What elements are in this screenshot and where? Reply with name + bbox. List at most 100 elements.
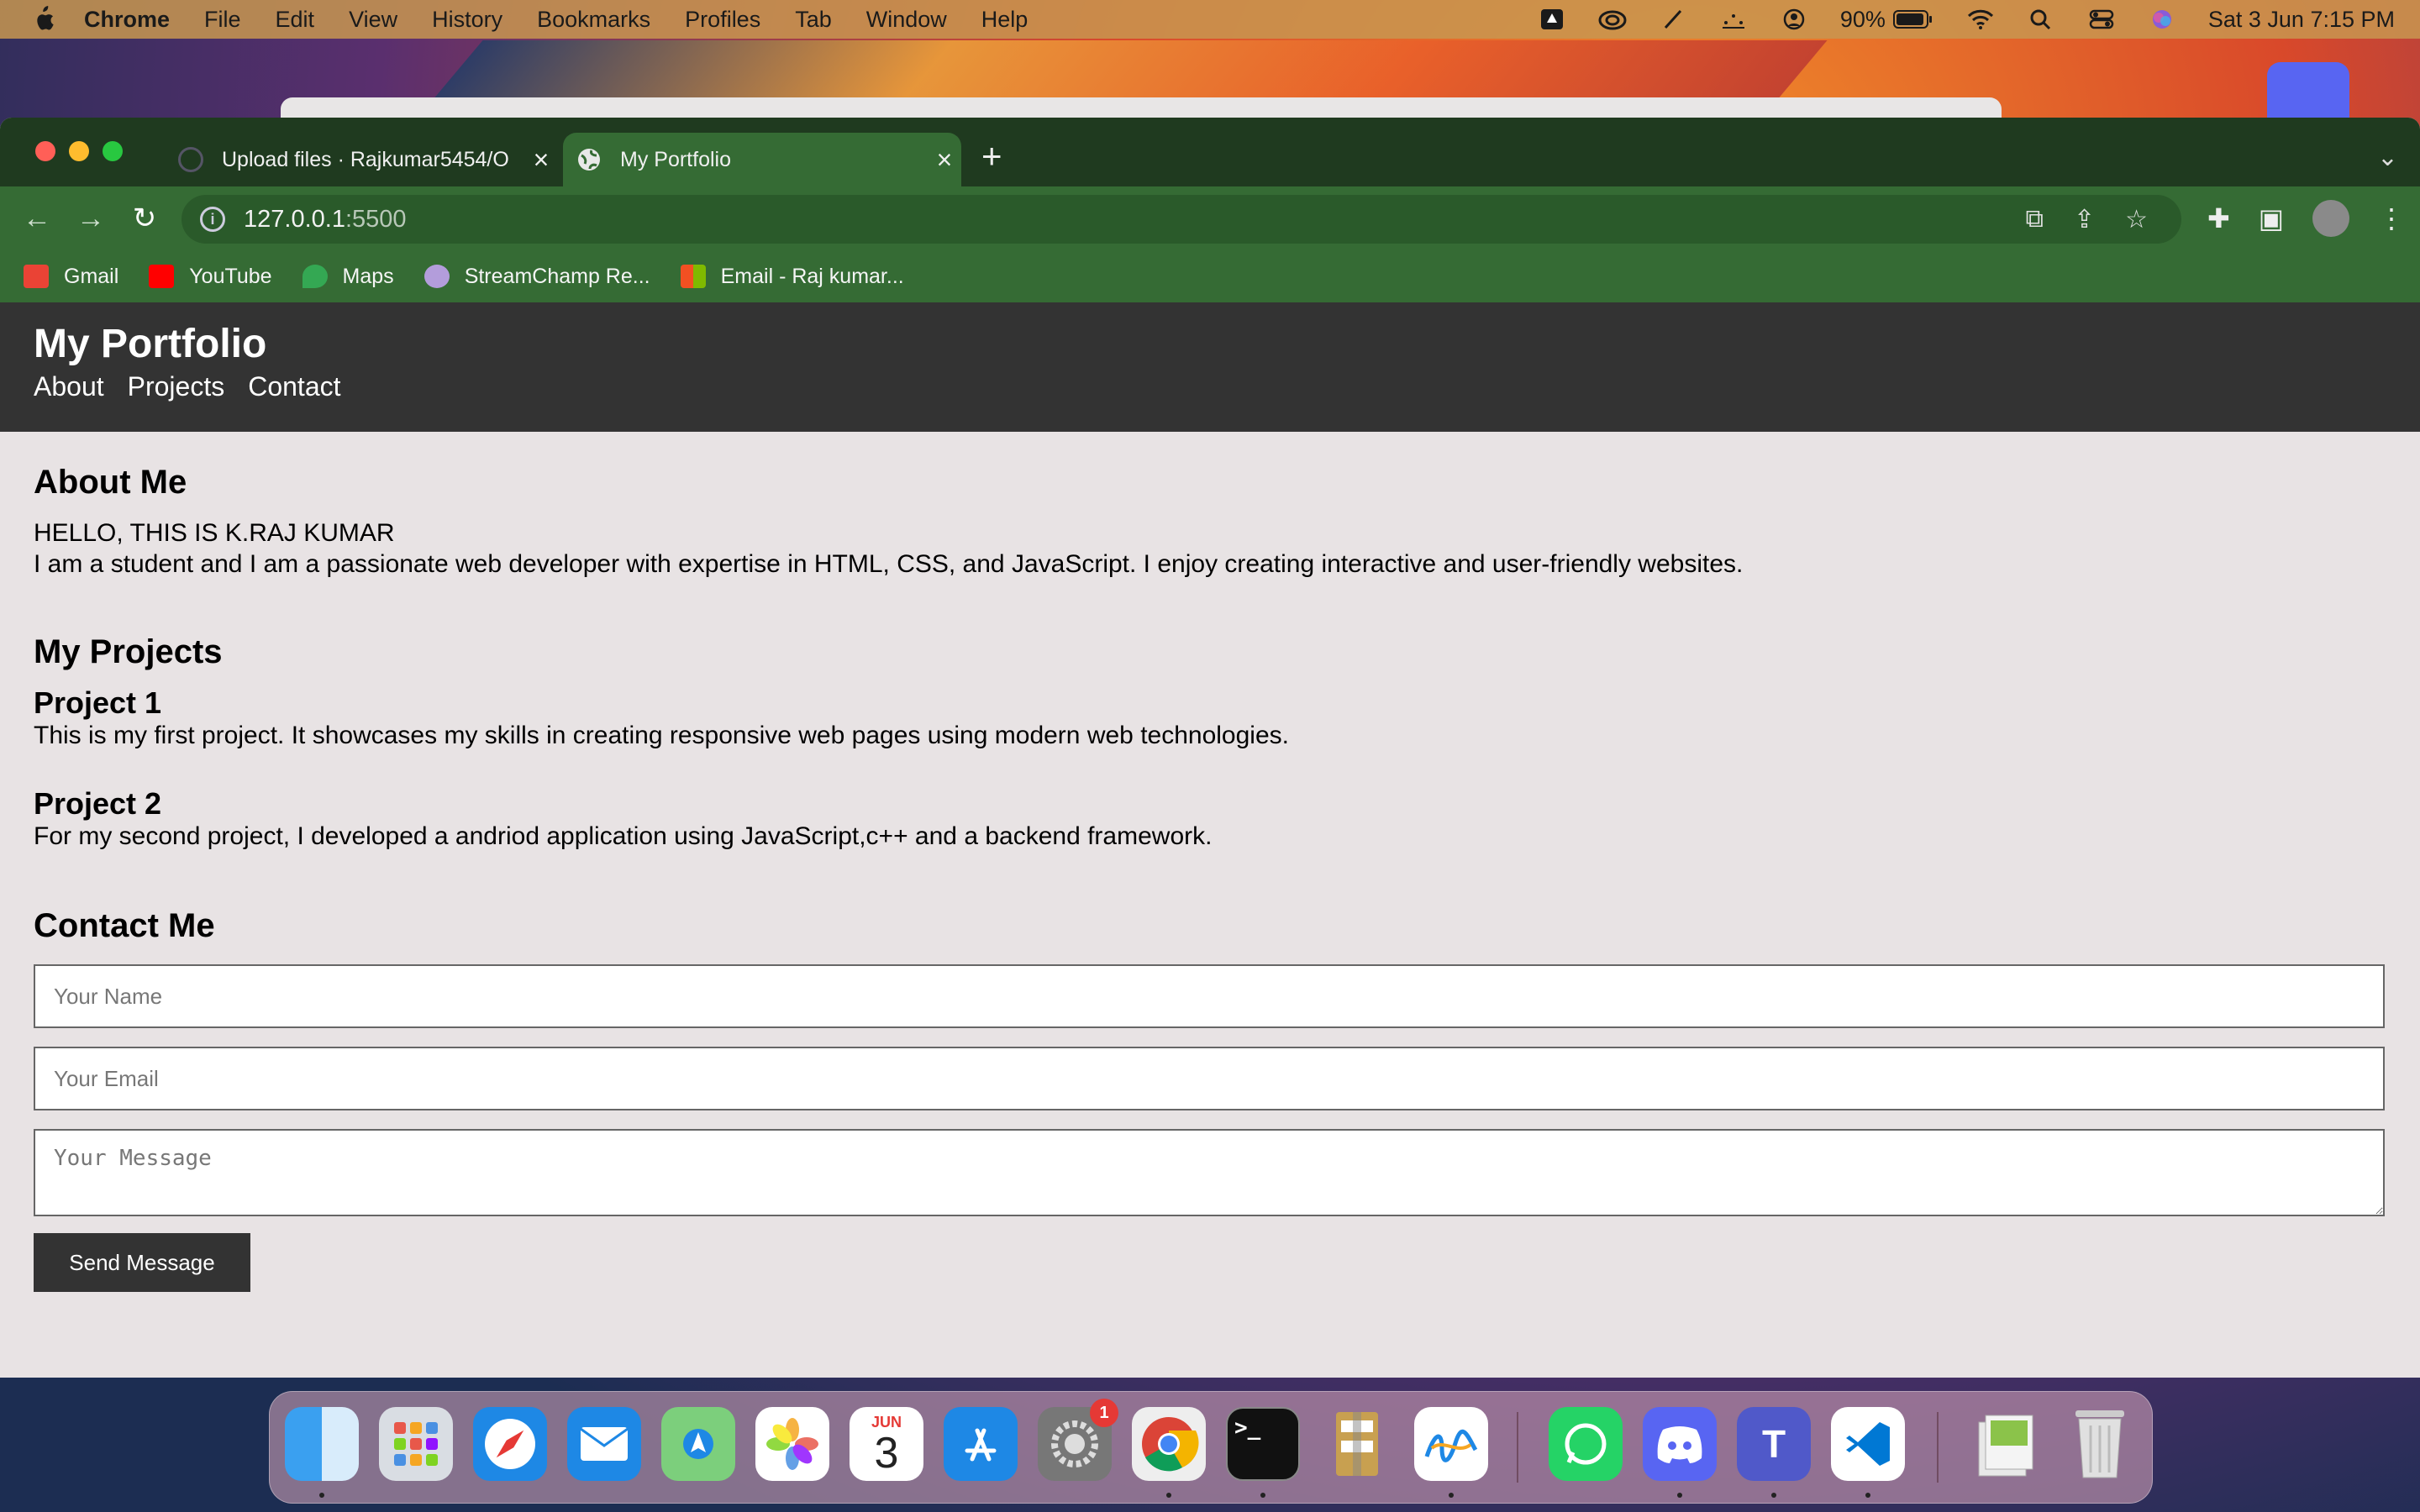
- pen-slash-icon[interactable]: [1659, 8, 1687, 31]
- discord-window-corner[interactable]: [2267, 62, 2349, 121]
- close-tab-icon[interactable]: ×: [524, 144, 558, 176]
- drive-icon[interactable]: [1538, 8, 1566, 31]
- nav-about-link[interactable]: About: [34, 371, 104, 402]
- pdf-stack-icon: [1978, 1415, 2033, 1477]
- archive-icon: [1336, 1412, 1378, 1476]
- project-2-description: For my second project, I developed a and…: [34, 822, 1213, 850]
- kebab-menu-icon[interactable]: ⋮: [2378, 202, 2405, 234]
- documents-stack-icon[interactable]: [1969, 1407, 2043, 1481]
- minimize-window-button[interactable]: [69, 141, 89, 161]
- bookmark-label: YouTube: [189, 264, 272, 288]
- url-text[interactable]: 127.0.0.1:5500: [244, 206, 407, 234]
- forward-arrow-icon[interactable]: →: [72, 200, 109, 237]
- share-icon[interactable]: ⇪: [2074, 205, 2095, 234]
- site-info-icon[interactable]: i: [200, 207, 225, 232]
- bookmark-label: Email - Raj kumar...: [720, 264, 904, 288]
- close-tab-icon[interactable]: ×: [928, 144, 961, 176]
- teams-icon[interactable]: T: [1737, 1407, 1811, 1481]
- tab-title: Upload files · Rajkumar5454/O: [222, 147, 509, 171]
- youtube-icon: [149, 265, 175, 288]
- control-center-icon[interactable]: [2087, 8, 2116, 31]
- message-textarea[interactable]: [34, 1129, 2385, 1216]
- tab-my-portfolio[interactable]: My Portfolio ×: [563, 133, 961, 186]
- menu-history[interactable]: History: [432, 7, 502, 33]
- menu-tab[interactable]: Tab: [795, 7, 832, 33]
- archive-utility-icon[interactable]: [1320, 1407, 1394, 1481]
- nav-projects-link[interactable]: Projects: [128, 371, 225, 402]
- chrome-icon[interactable]: [1132, 1407, 1206, 1481]
- gear-icon: [1051, 1420, 1098, 1467]
- reload-icon[interactable]: ↻: [126, 200, 163, 237]
- site-nav: About Projects Contact: [34, 371, 365, 402]
- menu-view[interactable]: View: [349, 7, 397, 33]
- user-account-icon[interactable]: [1780, 8, 1808, 31]
- siri-icon[interactable]: [2148, 8, 2176, 31]
- discord-icon[interactable]: [1643, 1407, 1717, 1481]
- menu-app-name[interactable]: Chrome: [84, 7, 170, 33]
- about-description: I am a student and I am a passionate web…: [34, 550, 1744, 578]
- bookmark-email[interactable]: Email - Raj kumar...: [680, 264, 904, 289]
- spotlight-search-icon[interactable]: [2027, 8, 2055, 31]
- nav-contact-link[interactable]: Contact: [248, 371, 340, 402]
- translate-icon[interactable]: ⧉: [2026, 205, 2044, 234]
- freeform-icon[interactable]: [1414, 1407, 1488, 1481]
- zoom-window-button[interactable]: [103, 141, 123, 161]
- name-input[interactable]: [34, 964, 2385, 1028]
- calendar-icon[interactable]: JUN 3: [850, 1407, 923, 1481]
- project-1-description: This is my first project. It showcases m…: [34, 722, 1289, 749]
- email-input[interactable]: [34, 1047, 2385, 1110]
- creative-cloud-icon[interactable]: [1598, 8, 1627, 31]
- maps-app-icon[interactable]: [661, 1407, 735, 1481]
- globe-icon: [578, 149, 600, 171]
- menubar-clock[interactable]: Sat 3 Jun 7:15 PM: [2208, 7, 2395, 33]
- menu-profiles[interactable]: Profiles: [685, 7, 760, 33]
- close-window-button[interactable]: [35, 141, 55, 161]
- photos-icon[interactable]: [755, 1407, 829, 1481]
- new-tab-icon[interactable]: +: [981, 139, 1002, 174]
- trash-icon[interactable]: [2063, 1407, 2137, 1481]
- compass-icon: [485, 1419, 535, 1469]
- safari-icon[interactable]: [473, 1407, 547, 1481]
- system-settings-icon[interactable]: 1: [1038, 1399, 1118, 1481]
- bookmark-star-icon[interactable]: ☆: [2125, 205, 2148, 234]
- menu-window[interactable]: Window: [866, 7, 947, 33]
- extensions-puzzle-icon[interactable]: ✚: [2207, 202, 2230, 234]
- menu-bookmarks[interactable]: Bookmarks: [537, 7, 650, 33]
- menu-edit[interactable]: Edit: [276, 7, 315, 33]
- url-host: 127.0.0.1: [244, 205, 345, 233]
- grid-icon: [394, 1422, 438, 1466]
- dots-icon[interactable]: [1719, 8, 1748, 31]
- dock: JUN 3 1 >_ T: [269, 1391, 2153, 1504]
- flower-icon: [766, 1418, 818, 1470]
- send-message-button[interactable]: Send Message: [34, 1233, 250, 1292]
- back-arrow-icon[interactable]: ←: [18, 200, 55, 237]
- finder-icon[interactable]: [285, 1407, 359, 1481]
- menu-file[interactable]: File: [204, 7, 241, 33]
- bookmark-streamchamp[interactable]: StreamChamp Re...: [424, 265, 650, 289]
- tab-strip: Upload files · Rajkumar5454/O × My Portf…: [0, 118, 2420, 186]
- menu-help[interactable]: Help: [981, 7, 1028, 33]
- side-panel-icon[interactable]: ▣: [2259, 202, 2284, 234]
- whatsapp-icon[interactable]: [1549, 1407, 1623, 1481]
- terminal-icon[interactable]: >_: [1226, 1407, 1300, 1481]
- teams-letter-icon: T: [1761, 1422, 1786, 1466]
- app-store-icon[interactable]: [944, 1407, 1018, 1481]
- wifi-icon[interactable]: [1966, 8, 1995, 31]
- launchpad-icon[interactable]: [379, 1407, 453, 1481]
- github-icon: [178, 147, 203, 172]
- about-heading: About Me: [34, 464, 187, 501]
- address-bar[interactable]: i 127.0.0.1:5500 ⧉ ⇪ ☆: [182, 195, 2181, 244]
- bookmark-gmail[interactable]: Gmail: [24, 265, 118, 289]
- tab-upload-files[interactable]: Upload files · Rajkumar5454/O ×: [165, 133, 558, 186]
- bookmark-youtube[interactable]: YouTube: [149, 264, 272, 289]
- site-header: My Portfolio About Projects Contact: [0, 302, 2420, 432]
- mail-icon[interactable]: [567, 1407, 641, 1481]
- browser-toolbar: ← → ↻ i 127.0.0.1:5500 ⧉ ⇪ ☆ ✚ ▣ ⋮: [0, 186, 2420, 250]
- apple-icon[interactable]: [30, 5, 55, 34]
- bookmark-maps[interactable]: Maps: [302, 265, 394, 289]
- battery-status[interactable]: 90%: [1840, 7, 1934, 33]
- terminal-prompt: >_: [1234, 1415, 1261, 1441]
- tab-search-chevron-icon[interactable]: ⌄: [2377, 143, 2398, 172]
- vscode-icon[interactable]: [1831, 1407, 1905, 1481]
- profile-avatar[interactable]: [2312, 200, 2349, 237]
